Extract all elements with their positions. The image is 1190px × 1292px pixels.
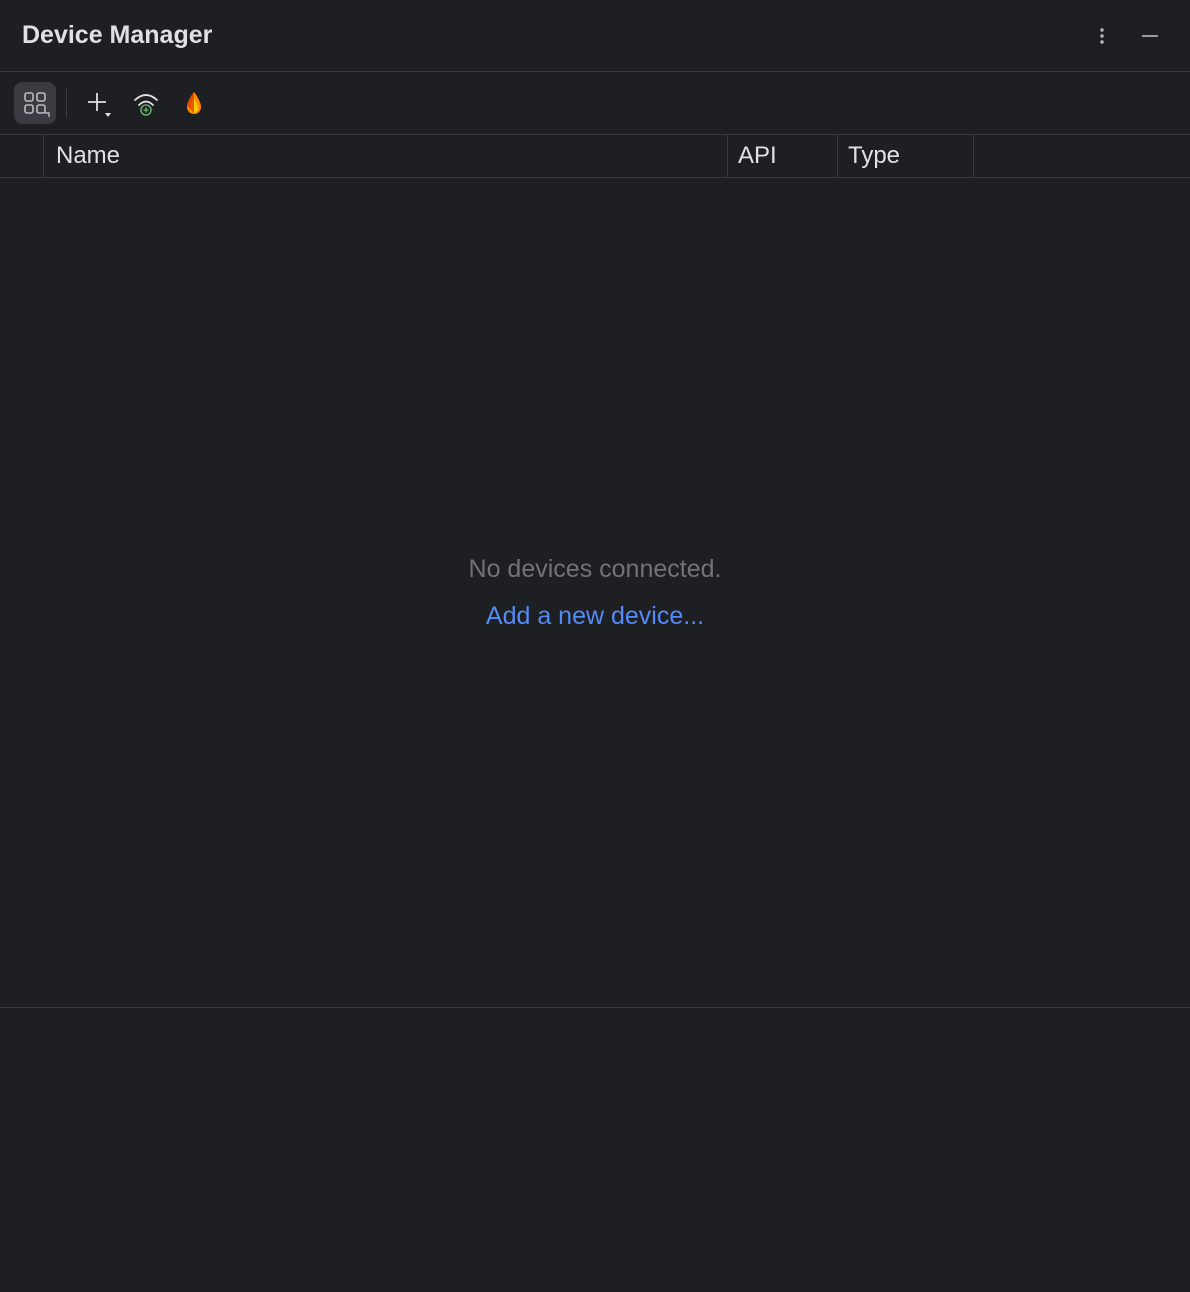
more-options-button[interactable] xyxy=(1082,16,1122,56)
empty-state-message: No devices connected. xyxy=(469,555,722,584)
minimize-button[interactable] xyxy=(1130,16,1170,56)
pair-wifi-button[interactable] xyxy=(125,82,167,124)
column-actions[interactable] xyxy=(974,135,1190,177)
header-actions xyxy=(1082,16,1170,56)
column-type[interactable]: Type xyxy=(838,135,974,177)
device-explorer-button[interactable] xyxy=(14,82,56,124)
create-device-button[interactable] xyxy=(77,82,119,124)
toolbar xyxy=(0,72,1190,134)
panel-header: Device Manager xyxy=(0,0,1190,72)
panel-footer xyxy=(0,1008,1190,1292)
column-name[interactable]: Name xyxy=(44,135,728,177)
firebase-button[interactable] xyxy=(173,82,215,124)
kebab-icon xyxy=(1092,26,1112,46)
toolbar-separator xyxy=(66,88,67,118)
wifi-add-icon xyxy=(131,88,161,118)
panel-title: Device Manager xyxy=(22,21,212,50)
device-list-empty: No devices connected. Add a new device..… xyxy=(0,178,1190,1008)
grid-icon xyxy=(20,88,50,118)
device-table-header: Name API Type xyxy=(0,134,1190,178)
column-expand[interactable] xyxy=(0,135,44,177)
firebase-icon xyxy=(181,90,207,116)
minimize-icon xyxy=(1138,24,1162,48)
add-device-link[interactable]: Add a new device... xyxy=(486,602,704,631)
plus-icon xyxy=(83,88,113,118)
column-api[interactable]: API xyxy=(728,135,838,177)
